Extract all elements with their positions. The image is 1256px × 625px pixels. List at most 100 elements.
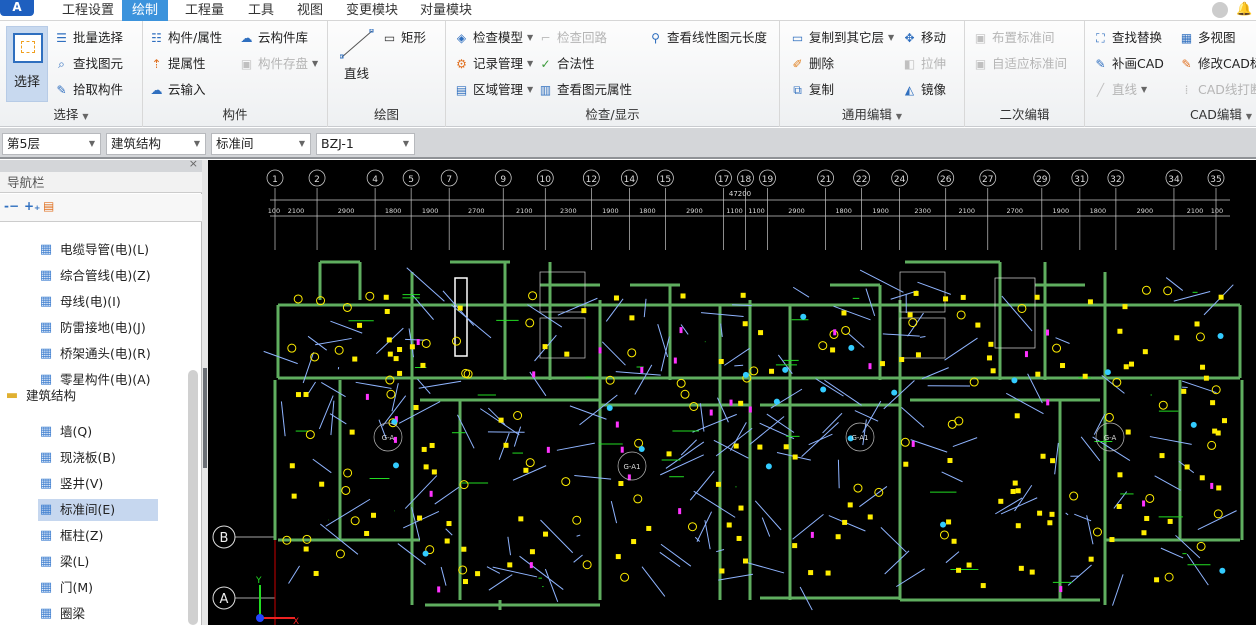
shaft-icon: ▦: [39, 476, 53, 491]
label: 布置标准间: [992, 30, 1055, 45]
cloud-input-button[interactable]: ☁ 云输入: [149, 79, 206, 101]
legality-button[interactable]: ✓ 合法性: [538, 53, 594, 75]
check-icon: ✓: [540, 56, 551, 71]
electrical-device: [423, 464, 429, 470]
electrical-device: [1210, 400, 1216, 406]
check-model-button[interactable]: ◈ 检查模型 ▼: [454, 27, 533, 49]
electrical-device: [615, 554, 621, 560]
select-button[interactable]: 选择: [6, 26, 48, 102]
multi-view-button[interactable]: ▦ 多视图: [1179, 27, 1236, 49]
electrical-device: [825, 570, 831, 576]
mirror-button[interactable]: ◭ 镜像: [902, 79, 946, 101]
tab-5[interactable]: 变更模块: [336, 0, 408, 21]
bell-icon[interactable]: 🔔: [1236, 2, 1252, 17]
pick-component-button[interactable]: ✎ 拾取构件: [54, 79, 123, 101]
component-properties-button[interactable]: ☷ 构件/属性: [149, 27, 222, 49]
type-select[interactable]: 标准间 ▼: [211, 133, 311, 155]
tree-item[interactable]: ▦ 标准间(E): [38, 499, 158, 521]
electrical-device: [986, 355, 992, 361]
find-element-button[interactable]: ⌕ 查找图元: [54, 53, 123, 75]
wire: [263, 350, 298, 365]
cad-line-button[interactable]: ╱ 直线 ▼: [1093, 79, 1147, 101]
wire: [445, 528, 453, 536]
tab-2[interactable]: 工程量: [175, 0, 234, 21]
dimension-label: 1100: [726, 207, 743, 215]
move-button[interactable]: ✥ 移动: [902, 27, 946, 49]
linear-length-button[interactable]: ⚲ 查看线性图元长度: [648, 27, 767, 49]
area-manage-button[interactable]: ▤ 区域管理 ▼: [454, 79, 533, 101]
tab-0[interactable]: 工程设置: [52, 0, 124, 21]
list-check-icon: ☰: [56, 30, 67, 45]
stretch-icon: ◧: [903, 56, 916, 71]
delete-button[interactable]: ✐ 删除: [790, 53, 834, 75]
electrical-device: [951, 538, 957, 544]
line-button[interactable]: 直线: [344, 63, 369, 85]
light-fixture: [335, 549, 345, 559]
label: 母线(电)(I): [60, 294, 121, 309]
save-component-button[interactable]: ▣ 构件存盘 ▼: [239, 53, 318, 75]
tab-4[interactable]: 视图: [287, 0, 333, 21]
dimension-label: 2100: [958, 207, 975, 215]
elevator: [899, 317, 946, 359]
component-select[interactable]: BZJ-1 ▼: [316, 133, 415, 155]
extract-properties-button[interactable]: ⇡ 提属性: [149, 53, 205, 75]
floor-select[interactable]: 第5层 ▼: [2, 133, 101, 155]
tree-item[interactable]: ▦ 现浇板(B): [38, 447, 116, 469]
tab-3[interactable]: 工具: [238, 0, 284, 21]
electrical-device: [1109, 537, 1115, 543]
modify-cad-button[interactable]: ✎ 修改CAD标: [1179, 53, 1256, 75]
find-replace-button[interactable]: ⛶ 查找替换: [1093, 27, 1162, 49]
area-icon: ▤: [455, 82, 468, 97]
check-loop-button[interactable]: ⌐ 检查回路: [538, 27, 607, 49]
tree-item[interactable]: ▦ 防雷接地(电)(J): [38, 317, 146, 339]
tree-item[interactable]: ▦ 母线(电)(I): [38, 291, 121, 313]
splitter-handle[interactable]: [203, 368, 207, 468]
tree-item[interactable]: ▦ 门(M): [38, 577, 93, 599]
tree-folder-building-structure[interactable]: ▬ 建筑结构: [4, 385, 76, 407]
dimension-label: 2900: [788, 207, 805, 215]
group-label[interactable]: CAD编辑 ▼: [1085, 104, 1256, 123]
switch: [638, 446, 645, 453]
adaptive-standard-room-button[interactable]: ▣ 自适应标准间: [973, 53, 1067, 75]
tree-item[interactable]: ▦ 电缆导管(电)(L): [38, 239, 149, 261]
tree-item[interactable]: ▦ 竖井(V): [38, 473, 103, 495]
batch-select-button[interactable]: ☰ 批量选择: [54, 27, 123, 49]
edit-list-icon[interactable]: ▤: [43, 199, 54, 213]
tab-6[interactable]: 对量模块: [410, 0, 482, 21]
tree-item[interactable]: ▦ 框柱(Z): [38, 525, 103, 547]
record-manage-button[interactable]: ⚙ 记录管理 ▼: [454, 53, 533, 75]
cad-canvas[interactable]: 47200100 2100 2900 1800 1900 2700 2100 2300 1900…: [208, 160, 1256, 625]
close-icon[interactable]: ×: [189, 157, 198, 170]
view-properties-button[interactable]: ▥ 查看图元属性: [538, 79, 632, 101]
app-logo[interactable]: A: [0, 0, 34, 16]
user-avatar-icon[interactable]: [1212, 2, 1228, 18]
tree-item[interactable]: ▦ 圈梁: [38, 603, 85, 625]
group-label[interactable]: 选择 ▼: [0, 104, 142, 123]
axis-label: 10: [540, 175, 552, 185]
place-standard-room-button[interactable]: ▣ 布置标准间: [973, 27, 1055, 49]
tree-item[interactable]: ▦ 梁(L): [38, 551, 89, 573]
dimension-label: 1900: [602, 207, 619, 215]
tree-item[interactable]: ▦ 综合管线(电)(Z): [38, 265, 151, 287]
cad-break-button[interactable]: ⁞ CAD线打断: [1179, 79, 1256, 101]
category-select[interactable]: 建筑结构 ▼: [106, 133, 206, 155]
tree-item[interactable]: ▦ 桥架通头(电)(R): [38, 343, 151, 365]
tree-item[interactable]: ▦ 墙(Q): [38, 421, 92, 443]
record-gear-icon: ⚙: [456, 56, 467, 71]
stretch-button[interactable]: ◧ 拉伸: [902, 53, 946, 75]
switch: [1219, 567, 1226, 574]
tab-1[interactable]: 绘制: [122, 0, 169, 21]
cloud-library-button[interactable]: ☁ 云构件库: [239, 27, 309, 49]
collapse-all-icon[interactable]: -−: [4, 199, 19, 213]
dimension-label: 1800: [385, 207, 402, 215]
rectangle-button[interactable]: ▭ 矩形: [382, 27, 426, 49]
scrollbar[interactable]: [188, 370, 198, 625]
redraw-cad-button[interactable]: ✎ 补画CAD: [1093, 53, 1163, 75]
navigation-panel: × 导航栏 -− +₊ ▤ ▦ 电缆导管(电)(L) ▦ 综合管线(电)(Z) ▦ 母线(…: [0, 157, 202, 625]
total-dimension: 47200: [729, 190, 751, 198]
copy-button[interactable]: ⧉ 复制: [790, 79, 834, 101]
copy-to-floor-button[interactable]: ▭ 复制到其它层 ▼: [790, 27, 894, 49]
expand-all-icon[interactable]: +₊: [24, 199, 40, 213]
group-label[interactable]: 通用编辑 ▼: [780, 104, 964, 123]
electrical-device: [792, 454, 798, 460]
